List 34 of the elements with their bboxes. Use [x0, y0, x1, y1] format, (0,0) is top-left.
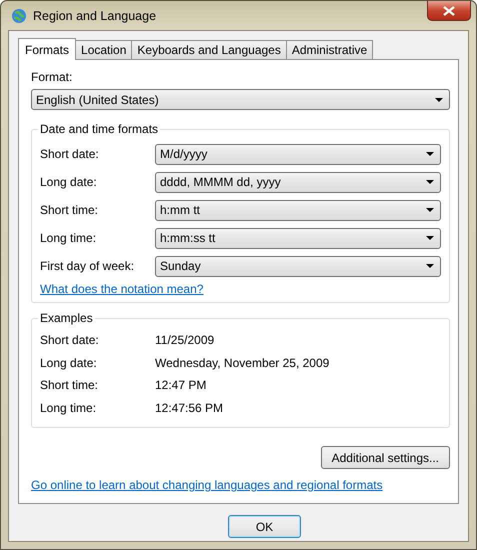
format-dropdown[interactable]: M/d/yyyy [155, 144, 441, 164]
tab[interactable]: Keyboards and Languages [131, 40, 287, 59]
group-title: Examples [39, 311, 94, 325]
additional-settings-button[interactable]: Additional settings... [320, 446, 450, 469]
format-label: Format: [31, 70, 74, 84]
format-dropdown[interactable]: Sunday [155, 256, 441, 276]
format-dropdown[interactable]: English (United States) [31, 89, 450, 110]
window-title: Region and Language [33, 8, 158, 22]
format-dropdown[interactable]: dddd, MMMM dd, yyyy [155, 172, 441, 192]
example-label: Long date: [40, 356, 98, 370]
field-label: Long time: [40, 231, 98, 245]
example-value: Wednesday, November 25, 2009 [155, 356, 330, 370]
format-dropdown[interactable]: h:mm:ss tt [155, 228, 441, 248]
example-label: Short time: [40, 378, 100, 392]
field-label: First day of week: [40, 259, 136, 273]
example-value: 12:47:56 PM [155, 400, 224, 415]
close-button[interactable] [427, 1, 471, 21]
field-label: Short date: [40, 147, 100, 161]
tab[interactable]: Formats [18, 38, 76, 60]
format-dropdown[interactable]: h:mm tt [155, 200, 441, 220]
example-label: Short date: [40, 333, 100, 348]
globe-icon [11, 8, 27, 24]
field-label: Short time: [40, 203, 100, 217]
ok-button[interactable]: OK [228, 515, 301, 538]
online-link[interactable]: Go online to learn about changing languages and regional formats [31, 478, 383, 492]
example-label: Long time: [40, 400, 98, 415]
close-icon [443, 6, 455, 16]
example-value: 12:47 PM [155, 378, 206, 392]
field-label: Long date: [40, 175, 98, 189]
notation-link[interactable]: What does the notation mean? [40, 282, 204, 296]
tab[interactable]: Administrative [286, 40, 374, 59]
tab[interactable]: Location [75, 40, 132, 59]
example-value: 11/25/2009 [155, 333, 214, 348]
group-title: Date and time formats [39, 122, 160, 136]
